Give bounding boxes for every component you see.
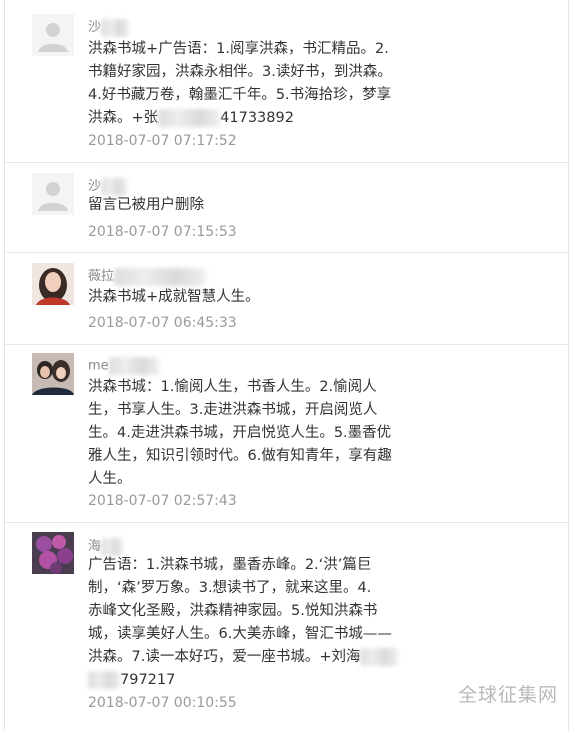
- comment-timestamp: 2018-07-07 06:45:33: [88, 315, 237, 331]
- comment-text: 广告语：1.洪森书城，墨香赤峰。2.‘洪’篇巨 制，‘森’罗万象。3.想读书了，…: [88, 554, 399, 692]
- woman-photo-avatar: [32, 263, 74, 305]
- comment-timestamp: 2018-07-07 07:17:52: [88, 133, 237, 149]
- comment-item: 沙 留言已被用户删除 2018-07-07 07:15:53: [4, 163, 569, 253]
- comment-text: 洪森书城+成就智慧人生。: [88, 289, 260, 305]
- comment-text: 洪森书城：1.愉阅人生，书香人生。2.愉阅人 生，书享人生。3.走进洪森书城，开…: [88, 379, 392, 487]
- flower-photo-avatar: [32, 532, 74, 574]
- default-avatar-icon: [32, 14, 74, 56]
- site-watermark: 全球征集网: [458, 684, 559, 706]
- comment-item: 薇拉 洪森书城+成就智慧人生。 2018-07-07 06:45:33: [4, 253, 569, 345]
- commenter-name: 薇拉: [88, 265, 207, 286]
- commenter-name: 沙: [88, 175, 128, 196]
- couple-photo-avatar: [32, 353, 74, 395]
- commenter-name: 海: [88, 535, 124, 556]
- comment-timestamp: 2018-07-07 07:15:53: [88, 224, 237, 240]
- comment-item: 沙 洪森书城+广告语：1.阅享洪森，书汇精品。2. 书籍好家园，洪森永相伴。3.…: [4, 0, 569, 163]
- comment-timestamp: 2018-07-07 00:10:55: [88, 695, 237, 711]
- comment-timestamp: 2018-07-07 02:57:43: [88, 493, 237, 509]
- commenter-name: me: [88, 357, 159, 375]
- comment-text: 留言已被用户删除: [88, 197, 204, 213]
- default-avatar-icon: [32, 173, 74, 215]
- commenter-name: 沙: [88, 16, 130, 37]
- comment-text: 洪森书城+广告语：1.阅享洪森，书汇精品。2. 书籍好家园，洪森永相伴。3.读好…: [88, 41, 392, 127]
- comment-item: me 洪森书城：1.愉阅人生，书香人生。2.愉阅人 生，书享人生。3.走进洪森书…: [4, 345, 569, 523]
